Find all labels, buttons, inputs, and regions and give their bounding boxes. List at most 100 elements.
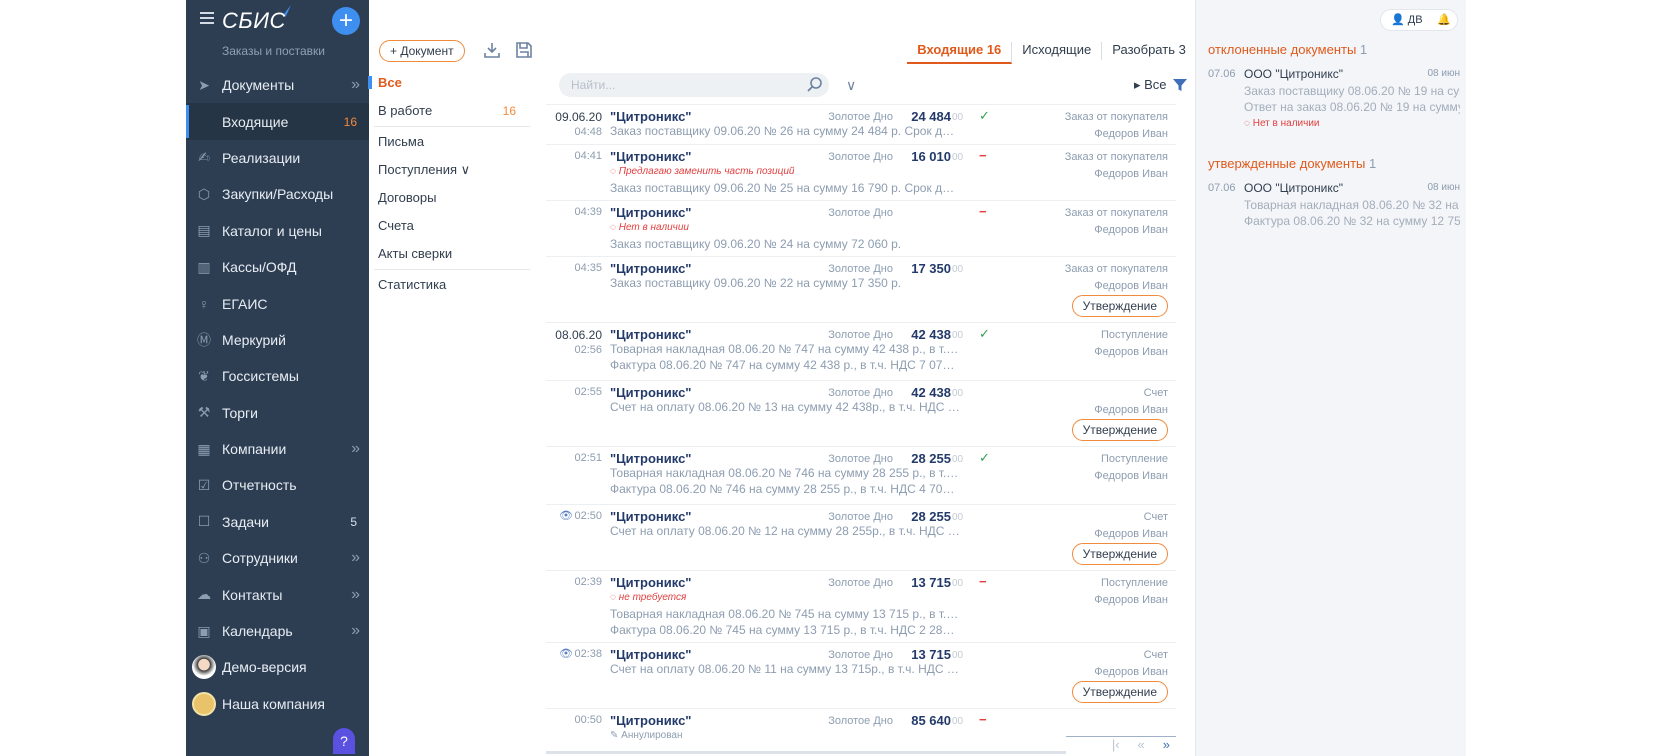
notification-section-title[interactable]: утвержденные документы 1 — [1208, 156, 1376, 171]
sidebar-item[interactable]: ❦ Госсистемы — [186, 358, 369, 394]
sidebar-item[interactable]: ⚒ Торги — [186, 395, 369, 431]
document-counterparty: "Цитроникс" — [610, 575, 692, 590]
tab-item[interactable]: Разобрать 3 — [1102, 42, 1197, 60]
help-button[interactable]: ? — [333, 728, 355, 754]
document-row[interactable]: 02:39 "Цитроникс" ◌ не требуется Товарная н… — [546, 570, 1176, 642]
document-sum: 13 715 — [911, 575, 951, 590]
sidebar-item[interactable]: ☐ Задачи 5 — [186, 504, 369, 540]
search-input[interactable]: Найти... — [559, 73, 829, 97]
filter-item[interactable]: Акты сверки — [368, 241, 530, 269]
tab-item[interactable]: Исходящие — [1012, 42, 1103, 60]
sidebar-item-label: Госсистемы — [222, 368, 299, 385]
horizontal-scrollbar[interactable] — [546, 751, 1126, 754]
notification-item[interactable]: 07.06 ООО "Цитроникс" 08 июн Товарная накла… — [1208, 181, 1460, 242]
notification-bell-icon[interactable]: 🔔 — [1437, 10, 1451, 30]
sidebar-item[interactable]: ▤ Каталог и цены — [186, 213, 369, 249]
notification-section-title[interactable]: отклоненные документы 1 — [1208, 42, 1367, 57]
sidebar-item[interactable]: ▦ Компании » — [186, 431, 369, 467]
sidebar-item[interactable]: Демо-версия — [186, 649, 369, 685]
document-time: 02:50 — [574, 510, 602, 522]
sidebar-item[interactable]: ▥ Кассы/ОФД — [186, 249, 369, 285]
document-responsible: Федоров Иван — [1094, 128, 1168, 140]
document-description: Фактура 08.06.20 № 745 на сумму 13 715 р… — [610, 623, 960, 637]
chevron-down-icon[interactable]: ∨ — [846, 77, 856, 94]
sidebar-item[interactable]: ☑ Отчетность — [186, 467, 369, 503]
download-icon[interactable] — [482, 41, 502, 61]
filter-all-link[interactable]: ▸ Все — [1134, 77, 1167, 93]
expand-chevron-icon[interactable]: » — [351, 549, 360, 567]
document-row[interactable]: 08.06.20 02:56 "Цитроникс" Товарная накладн… — [546, 322, 1176, 380]
document-row[interactable]: 02:50 👁 "Цитроникс" Счет на оплату 08.06.20… — [546, 504, 1176, 570]
sidebar-item[interactable]: Наша компания — [186, 686, 369, 722]
expand-chevron-icon[interactable]: » — [351, 440, 360, 458]
document-counterparty: "Цитроникс" — [610, 713, 692, 728]
filter-item[interactable]: Все — [368, 70, 530, 98]
approve-button[interactable]: Утверждение — [1071, 681, 1168, 703]
document-type: Поступление — [1100, 577, 1168, 589]
document-row[interactable]: 04:39 "Цитроникс" ◌ Нет в наличии Заказ пос… — [546, 200, 1176, 256]
wine-glass-icon: ♀ — [198, 295, 210, 312]
tab-item[interactable]: Входящие 16 — [907, 42, 1013, 64]
document-row[interactable]: 02:55 "Цитроникс" Счет на оплату 08.06.20 … — [546, 380, 1176, 446]
notification-date: 07.06 — [1208, 182, 1236, 194]
filter-item[interactable]: Договоры — [368, 185, 530, 213]
comment-icon: ◌ — [610, 592, 619, 603]
filter-item[interactable]: Поступления ∨ — [368, 157, 530, 185]
notification-line: Ответ на заказ 08.06.20 № 19 на сумму — [1244, 100, 1460, 114]
sidebar-item[interactable]: ♀ ЕГАИС — [186, 285, 369, 321]
notification-comment-text: Нет в наличии — [1252, 118, 1320, 129]
document-comment-text: Аннулирован — [621, 730, 683, 741]
document-counterparty: "Цитроникс" — [610, 451, 692, 466]
expand-chevron-icon[interactable]: » — [351, 586, 360, 604]
first-page-button[interactable]: |‹ — [1112, 737, 1120, 756]
expand-chevron-icon[interactable]: » — [351, 622, 360, 640]
filter-item[interactable]: Статистика — [368, 272, 530, 300]
sidebar-item-label: Закупки/Расходы — [222, 186, 334, 203]
document-sum-cents: 00 — [952, 112, 964, 123]
prev-page-button[interactable]: « — [1138, 737, 1145, 756]
document-row[interactable]: 02:38 👁 "Цитроникс" Счет на оплату 08.06.20… — [546, 642, 1176, 708]
document-counterparty: "Цитроникс" — [610, 647, 692, 662]
search-icon[interactable] — [806, 75, 824, 93]
section-subtitle: Заказы и поставки — [222, 44, 326, 58]
user-account-button[interactable]: 👤 ДВ 🔔 — [1380, 9, 1458, 31]
sidebar-item[interactable]: ▣ Календарь » — [186, 613, 369, 649]
expand-chevron-icon[interactable]: » — [351, 76, 360, 94]
approve-button[interactable]: Утверждение — [1071, 543, 1168, 565]
hamburger-menu-icon[interactable] — [200, 12, 214, 24]
sidebar-item[interactable]: ✍ Реализации — [186, 140, 369, 176]
approve-button[interactable]: Утверждение — [1071, 295, 1168, 317]
filter-item[interactable]: Счета — [368, 213, 530, 241]
document-counterparty: "Цитроникс" — [610, 205, 692, 220]
create-button[interactable]: + — [332, 7, 360, 35]
sidebar-item[interactable]: ➤ Документы » — [186, 67, 369, 103]
document-row[interactable]: 04:41 "Цитроникс" ◌ Предлагаю заменить час… — [546, 144, 1176, 200]
document-date: 08.06.20 — [555, 328, 602, 342]
rejected-dash-icon: − — [979, 204, 987, 219]
approve-button[interactable]: Утверждение — [1071, 419, 1168, 441]
document-row[interactable]: 09.06.20 04:48 "Цитроникс" Заказ поставщику… — [546, 104, 1176, 144]
sidebar-item[interactable]: Входящие 16 — [186, 103, 369, 140]
sidebar-item[interactable]: ☁ Контакты » — [186, 576, 369, 612]
filter-item[interactable]: В работе 16 — [368, 98, 530, 126]
new-document-button[interactable]: + Документ — [379, 40, 465, 62]
document-row[interactable]: 02:51 "Цитроникс" Товарная накладная 08.06… — [546, 446, 1176, 504]
box-icon: ⬡ — [197, 185, 211, 202]
document-row[interactable]: 04:35 "Цитроникс" Заказ поставщику 09.06.2… — [546, 256, 1176, 322]
pagination: |‹ « » — [1066, 736, 1176, 756]
document-counterparty: "Цитроникс" — [610, 109, 692, 124]
document-type: Заказ от покупателя — [1064, 207, 1168, 219]
document-organization: Золотое Дно — [828, 649, 893, 661]
save-icon[interactable] — [514, 41, 534, 61]
next-page-button[interactable]: » — [1163, 737, 1170, 756]
sidebar-item[interactable]: Ⓜ Меркурий — [186, 322, 369, 358]
sidebar-item-label: ЕГАИС — [222, 295, 268, 312]
document-sum-cents: 00 — [952, 512, 964, 523]
notification-line: Заказ поставщику 08.06.20 № 19 на сумму — [1244, 84, 1460, 98]
sidebar-item[interactable]: ⚇ Сотрудники » — [186, 540, 369, 576]
funnel-filter-icon[interactable] — [1172, 77, 1188, 93]
document-responsible: Федоров Иван — [1094, 404, 1168, 416]
sidebar-item[interactable]: ⬡ Закупки/Расходы — [186, 176, 369, 212]
notification-item[interactable]: 07.06 ООО "Цитроникс" 08 июн Заказ поставщи… — [1208, 67, 1460, 129]
filter-item[interactable]: Письма — [368, 129, 530, 157]
